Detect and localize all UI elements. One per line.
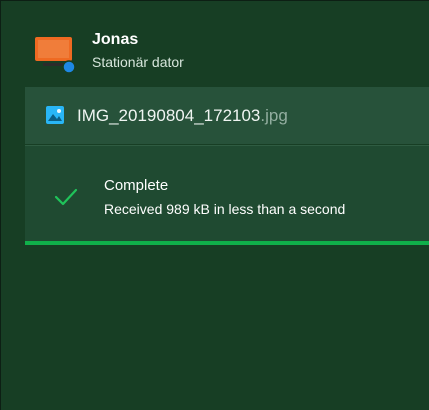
- checkmark-icon: [54, 188, 78, 206]
- status-card: Complete Received 989 kB in less than a …: [25, 145, 429, 245]
- file-card[interactable]: IMG_20190804_172103.jpg: [25, 87, 429, 144]
- status-detail: Received 989 kB in less than a second: [104, 201, 346, 217]
- file-extension: .jpg: [260, 106, 288, 125]
- device-type: Stationär dator: [92, 54, 184, 70]
- device-name: Jonas: [92, 31, 139, 48]
- progress-bar: [25, 241, 429, 245]
- file-base-name: IMG_20190804_172103: [77, 106, 261, 125]
- transfer-panel: Jonas Stationär dator IMG_20190804_17210…: [0, 0, 429, 410]
- progress-fill: [25, 241, 429, 245]
- file-name: IMG_20190804_172103.jpg: [77, 106, 288, 126]
- desktop-computer-icon: [35, 37, 76, 73]
- device-row: Jonas Stationär dator: [34, 27, 414, 77]
- status-title: Complete: [104, 177, 169, 194]
- image-icon: [46, 106, 64, 124]
